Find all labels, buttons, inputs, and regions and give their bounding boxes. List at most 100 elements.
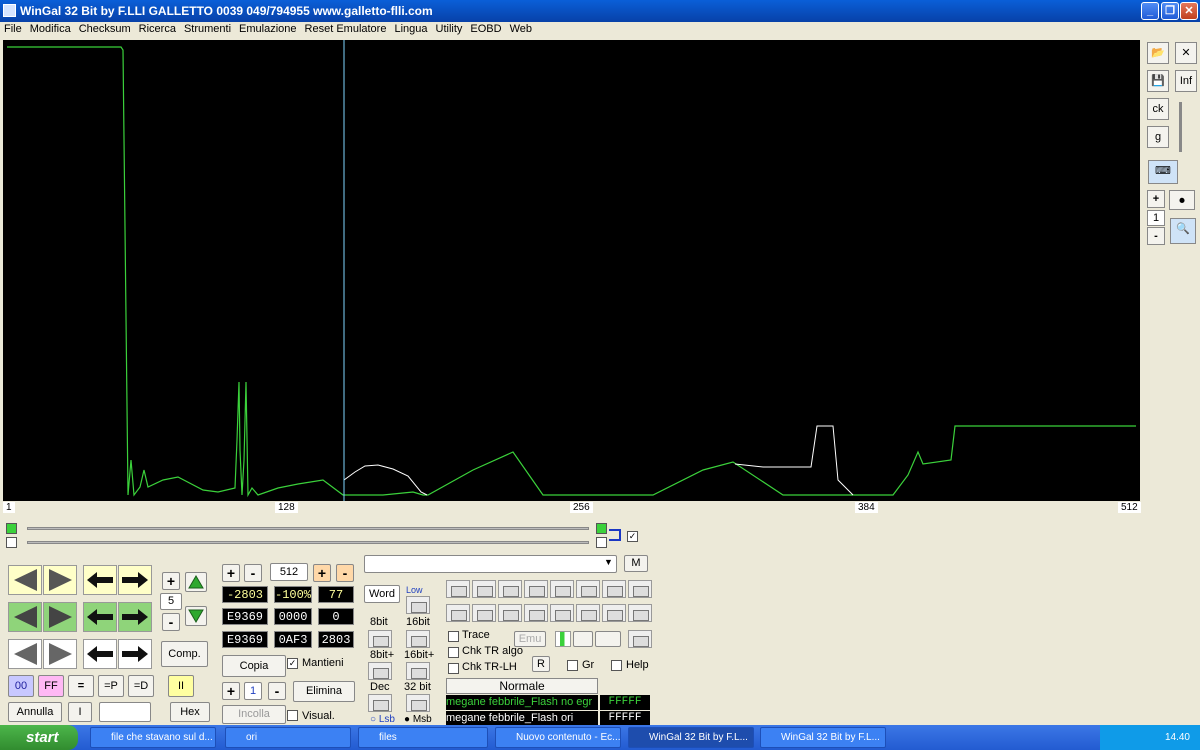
menu-modifica[interactable]: Modifica: [26, 22, 75, 35]
menu-strumenti[interactable]: Strumenti: [180, 22, 235, 35]
16bit-toggle-icon[interactable]: [406, 630, 430, 648]
slot-folder-icon[interactable]: [446, 604, 470, 622]
slot-folder-icon[interactable]: [602, 604, 626, 622]
chk-tr-lh-checkbox[interactable]: [448, 663, 459, 674]
up-button[interactable]: [185, 572, 207, 592]
zoom-value[interactable]: 1: [1147, 210, 1165, 226]
nav-input[interactable]: [99, 702, 151, 722]
left-triangle-green-button[interactable]: [8, 602, 42, 632]
menu-reset-emulatore[interactable]: Reset Emulatore: [301, 22, 391, 35]
elimina-button[interactable]: Elimina: [293, 681, 355, 702]
hex-button[interactable]: Hex: [170, 702, 210, 722]
zoom-plus-button[interactable]: +: [1147, 190, 1165, 208]
ck-button[interactable]: ck: [1147, 98, 1169, 120]
left-triangle-white-button[interactable]: [8, 639, 42, 669]
small-minus-button[interactable]: -: [268, 682, 286, 700]
arrow-right-button[interactable]: [118, 565, 152, 595]
emu-box-1[interactable]: [573, 631, 593, 647]
pause-button[interactable]: II: [168, 675, 194, 697]
task-ori[interactable]: ori: [225, 727, 351, 748]
step-minus-button[interactable]: -: [162, 613, 180, 631]
series2-color-box-right[interactable]: [596, 537, 607, 548]
menu-file[interactable]: File: [0, 22, 26, 35]
chk-tr-algo-checkbox[interactable]: [448, 647, 459, 658]
close-button[interactable]: ✕: [1180, 2, 1198, 20]
equal-d-button[interactable]: =D: [128, 675, 154, 697]
copia-button[interactable]: Copia: [222, 655, 286, 677]
value-minus-button[interactable]: -: [244, 564, 262, 582]
arrow-left-white-button[interactable]: [83, 639, 117, 669]
task-wingal-1[interactable]: WinGal 32 Bit by F.L...: [628, 727, 754, 748]
dropdown-select[interactable]: [364, 555, 617, 573]
menu-checksum[interactable]: Checksum: [75, 22, 135, 35]
file-1-name[interactable]: megane febbrile_Flash no egr: [446, 695, 598, 710]
slot-folder-icon[interactable]: [576, 580, 600, 598]
step-value[interactable]: 5: [160, 593, 182, 610]
tools-icon[interactable]: ✕: [1175, 42, 1197, 64]
emu-box-2[interactable]: [595, 631, 621, 647]
fill-ff-button[interactable]: FF: [38, 675, 64, 697]
equal-button[interactable]: =: [68, 675, 94, 697]
task-nuovo-contenuto[interactable]: Nuovo contenuto - Ec...: [495, 727, 621, 748]
inf-button[interactable]: Inf: [1175, 70, 1197, 92]
file-2-name[interactable]: megane febbrile_Flash ori: [446, 711, 598, 726]
slot-folder-icon[interactable]: [524, 604, 548, 622]
slot-folder-icon[interactable]: [472, 604, 496, 622]
task-wingal-2[interactable]: WinGal 32 Bit by F.L...: [760, 727, 886, 748]
slot-folder-icon[interactable]: [576, 604, 600, 622]
32bit-toggle-icon[interactable]: [406, 694, 430, 712]
menu-lingua[interactable]: Lingua: [390, 22, 431, 35]
series1-color-box[interactable]: [6, 523, 17, 534]
left-triangle-button[interactable]: [8, 565, 42, 595]
count-minus-button[interactable]: -: [336, 564, 354, 582]
maximize-button[interactable]: ❐: [1161, 2, 1179, 20]
slot-folder-icon[interactable]: [628, 604, 652, 622]
slot-folder-icon[interactable]: [446, 580, 470, 598]
keyboard-icon[interactable]: ⌨: [1148, 160, 1178, 184]
count-field[interactable]: 512: [270, 563, 308, 581]
8bitplus-toggle-icon[interactable]: [368, 662, 392, 680]
msb-radio[interactable]: ● Msb: [404, 714, 432, 725]
slider-top[interactable]: [27, 527, 589, 530]
incolla-button[interactable]: Incolla: [222, 705, 286, 724]
zoom-minus-button[interactable]: -: [1147, 227, 1165, 245]
menu-emulazione[interactable]: Emulazione: [235, 22, 300, 35]
annulla-button[interactable]: Annulla: [8, 702, 62, 722]
fill-00-button[interactable]: 00: [8, 675, 34, 697]
slot-folder-icon[interactable]: [628, 580, 652, 598]
task-files[interactable]: files: [358, 727, 488, 748]
lsb-radio[interactable]: ○ Lsb: [370, 714, 395, 725]
m-button[interactable]: M: [624, 555, 648, 572]
series1-color-box-right[interactable]: [596, 523, 607, 534]
right-triangle-button[interactable]: [43, 565, 77, 595]
task-file-che-stavano[interactable]: file che stavano sul d...: [90, 727, 216, 748]
arrow-right-white-button[interactable]: [118, 639, 152, 669]
low-toggle-icon[interactable]: [406, 596, 430, 614]
magnifier-icon[interactable]: 🔍: [1170, 218, 1196, 244]
right-triangle-green-button[interactable]: [43, 602, 77, 632]
minimize-button[interactable]: _: [1141, 2, 1159, 20]
dec-toggle-icon[interactable]: [368, 694, 392, 712]
count-plus-button[interactable]: +: [313, 564, 331, 582]
record-icon[interactable]: ⏺: [1169, 190, 1195, 210]
small-plus-button[interactable]: +: [222, 682, 240, 700]
menu-utility[interactable]: Utility: [432, 22, 467, 35]
arrow-left-green-button[interactable]: [83, 602, 117, 632]
slider-bottom[interactable]: [27, 541, 589, 544]
vertical-slider[interactable]: [1179, 102, 1182, 152]
slot-folder-icon[interactable]: [498, 604, 522, 622]
emu-folder-icon[interactable]: [628, 630, 652, 648]
slot-folder-icon[interactable]: [472, 580, 496, 598]
start-button[interactable]: start: [0, 725, 78, 750]
slot-folder-icon[interactable]: [550, 580, 574, 598]
open-folder-icon[interactable]: 📂: [1147, 42, 1169, 64]
help-checkbox[interactable]: [611, 660, 622, 671]
small-value[interactable]: 1: [244, 682, 262, 700]
r-button[interactable]: R: [532, 656, 550, 672]
slot-folder-icon[interactable]: [524, 580, 548, 598]
normale-header[interactable]: Normale: [446, 678, 598, 694]
menu-eobd[interactable]: EOBD: [466, 22, 505, 35]
arrow-left-button[interactable]: [83, 565, 117, 595]
16bitplus-toggle-icon[interactable]: [406, 662, 430, 680]
equal-p-button[interactable]: =P: [98, 675, 124, 697]
